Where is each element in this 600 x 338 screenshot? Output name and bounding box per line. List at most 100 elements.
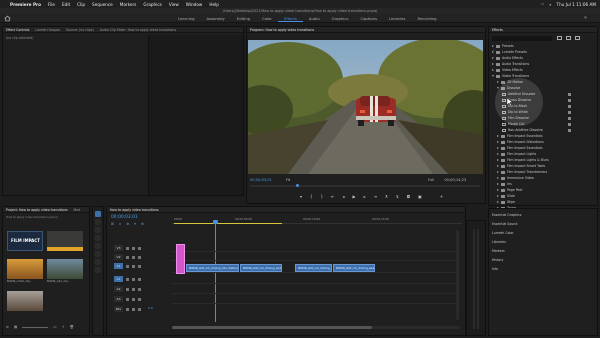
menu-help[interactable]: Help (209, 2, 219, 7)
sync-lock-icon[interactable] (132, 307, 135, 311)
chevron-right-icon[interactable] (497, 189, 499, 191)
track-target-toggle[interactable]: V2 (114, 254, 123, 260)
eye-icon[interactable] (138, 246, 141, 250)
lock-icon[interactable] (126, 307, 129, 311)
type-tool-icon[interactable] (95, 267, 101, 273)
clip-2[interactable]: NIXON_wild_car_driving_away_fast (240, 264, 282, 272)
chevron-right-icon[interactable] (497, 183, 499, 185)
workspace-menu-icon[interactable]: » (584, 15, 587, 21)
lock-icon[interactable] (126, 264, 129, 268)
quality-select[interactable]: Full (428, 178, 434, 182)
project-item-film-impact[interactable]: FILM IMPACT (7, 231, 43, 251)
ws-audio[interactable]: Audio (303, 16, 326, 21)
comparison-view-icon[interactable]: ▣ (418, 194, 422, 199)
chevron-right-icon[interactable] (497, 153, 499, 155)
chevron-right-icon[interactable] (497, 201, 499, 203)
tab-source[interactable]: Source: (no clips) (66, 28, 94, 32)
trash-icon[interactable]: 🗑 (70, 325, 74, 329)
go-to-in-icon[interactable]: ⇤ (331, 194, 334, 199)
sync-lock-icon[interactable] (132, 297, 135, 301)
mix-value[interactable]: 0.0 (148, 306, 153, 310)
clip-3[interactable]: NIXON_wild_car_driving_away (295, 264, 332, 272)
zoom-slider[interactable] (22, 327, 49, 328)
tab-audio-clip-mixer[interactable]: Audio Clip Mixer: How to apply video tra… (100, 28, 176, 32)
project-item-thumb-2[interactable] (47, 231, 83, 251)
yuv-effects-icon[interactable] (575, 36, 580, 40)
track-target-toggle[interactable]: Mix (114, 306, 123, 312)
subpanel-essential-sound[interactable]: Essential Sound (492, 221, 517, 227)
menu-sequence[interactable]: Sequence (92, 2, 113, 7)
export-frame-icon[interactable]: ◘ (407, 194, 410, 199)
clip-1[interactable]: NIXON_wild_car_driving_into_distance (186, 264, 239, 272)
lock-icon[interactable] (126, 277, 129, 281)
ws-editing[interactable]: Editing (231, 16, 256, 21)
step-back-icon[interactable]: ◂ (342, 194, 344, 199)
chevron-right-icon[interactable] (497, 165, 499, 167)
selection-tool-icon[interactable] (95, 211, 101, 217)
eye-icon[interactable] (138, 277, 141, 281)
ws-effects[interactable]: Effects (277, 16, 303, 22)
subpanel-libraries[interactable]: Libraries (492, 239, 506, 245)
chevron-right-icon[interactable] (497, 195, 499, 197)
clip-4[interactable]: NIXON_wild_car_driving_away (333, 264, 375, 272)
lift-icon[interactable]: ⊼ (385, 194, 388, 199)
snap-icon[interactable]: ∩ (119, 222, 121, 226)
playhead-handle[interactable] (213, 220, 218, 224)
subpanel-history[interactable]: History (492, 257, 503, 263)
track-target-toggle[interactable]: A2 (114, 286, 123, 292)
list-view-icon[interactable]: ≡ (6, 325, 9, 329)
track-target-toggle[interactable]: A1 (114, 276, 123, 282)
ws-libraries[interactable]: Libraries (383, 16, 411, 21)
menu-clip[interactable]: Clip (77, 2, 85, 7)
mark-in-icon[interactable]: { (310, 194, 313, 199)
add-marker-icon[interactable]: ▾ (134, 222, 136, 226)
menu-markers[interactable]: Markers (120, 2, 137, 7)
sync-lock-icon[interactable] (132, 255, 135, 259)
menu-file[interactable]: File (48, 2, 55, 7)
search-icon[interactable]: ⌕ (549, 2, 551, 7)
adjustment-clip[interactable] (176, 244, 185, 274)
tab-sequence[interactable]: How to apply video transitions (110, 208, 159, 212)
timeline-timecode[interactable]: 00;00;03;01 (111, 215, 138, 220)
home-icon[interactable] (4, 15, 11, 22)
lock-icon[interactable] (126, 255, 129, 259)
project-item-thumb-5[interactable] (7, 291, 43, 311)
sync-lock-icon[interactable] (132, 287, 135, 291)
timeline-h-scrollbar[interactable] (172, 326, 460, 329)
chevron-right-icon[interactable] (497, 141, 499, 143)
track-target-toggle[interactable]: A3 (114, 296, 123, 302)
eye-icon[interactable] (138, 255, 141, 259)
chevron-right-icon[interactable] (492, 63, 494, 65)
nest-toggle-icon[interactable]: ⊞ (111, 222, 114, 226)
chevron-right-icon[interactable] (497, 177, 499, 179)
menu-graphics[interactable]: Graphics (143, 2, 162, 7)
chevron-right-icon[interactable] (492, 57, 494, 59)
accelerated-effects-icon[interactable] (557, 36, 562, 40)
lock-icon[interactable] (126, 297, 129, 301)
menu-view[interactable]: View (169, 2, 179, 7)
tab-media-browser[interactable]: Med (74, 208, 81, 212)
mark-out-icon[interactable]: } (321, 194, 324, 199)
program-timecode-in[interactable]: 00;00;03;01 (250, 178, 272, 182)
track-target-toggle[interactable]: V1 (114, 263, 123, 269)
chevron-right-icon[interactable] (497, 159, 499, 161)
new-item-icon[interactable]: + (62, 325, 65, 329)
effects-panel-title[interactable]: Effects (492, 28, 503, 32)
hand-tool-icon[interactable] (95, 259, 101, 265)
sync-lock-icon[interactable] (132, 264, 135, 268)
project-item-thumb-3[interactable] (7, 259, 43, 279)
button-editor-icon[interactable]: + (440, 194, 443, 199)
menu-edit[interactable]: Edit (62, 2, 70, 7)
menu-window[interactable]: Window (186, 2, 203, 7)
ripple-edit-tool-icon[interactable] (95, 227, 101, 233)
ws-recording[interactable]: Recording (411, 16, 442, 21)
play-icon[interactable]: ▶ (352, 194, 355, 199)
new-bin-icon[interactable]: ▭ (53, 325, 56, 329)
go-to-out-icon[interactable]: ⇥ (374, 194, 377, 199)
razor-tool-icon[interactable] (95, 235, 101, 241)
chevron-right-icon[interactable] (497, 171, 499, 173)
32bit-effects-icon[interactable] (566, 36, 571, 40)
wifi-icon[interactable]: ◠ (541, 2, 545, 7)
effects-search-input[interactable]: ⌕ (492, 36, 552, 52)
eye-icon[interactable] (138, 307, 141, 311)
